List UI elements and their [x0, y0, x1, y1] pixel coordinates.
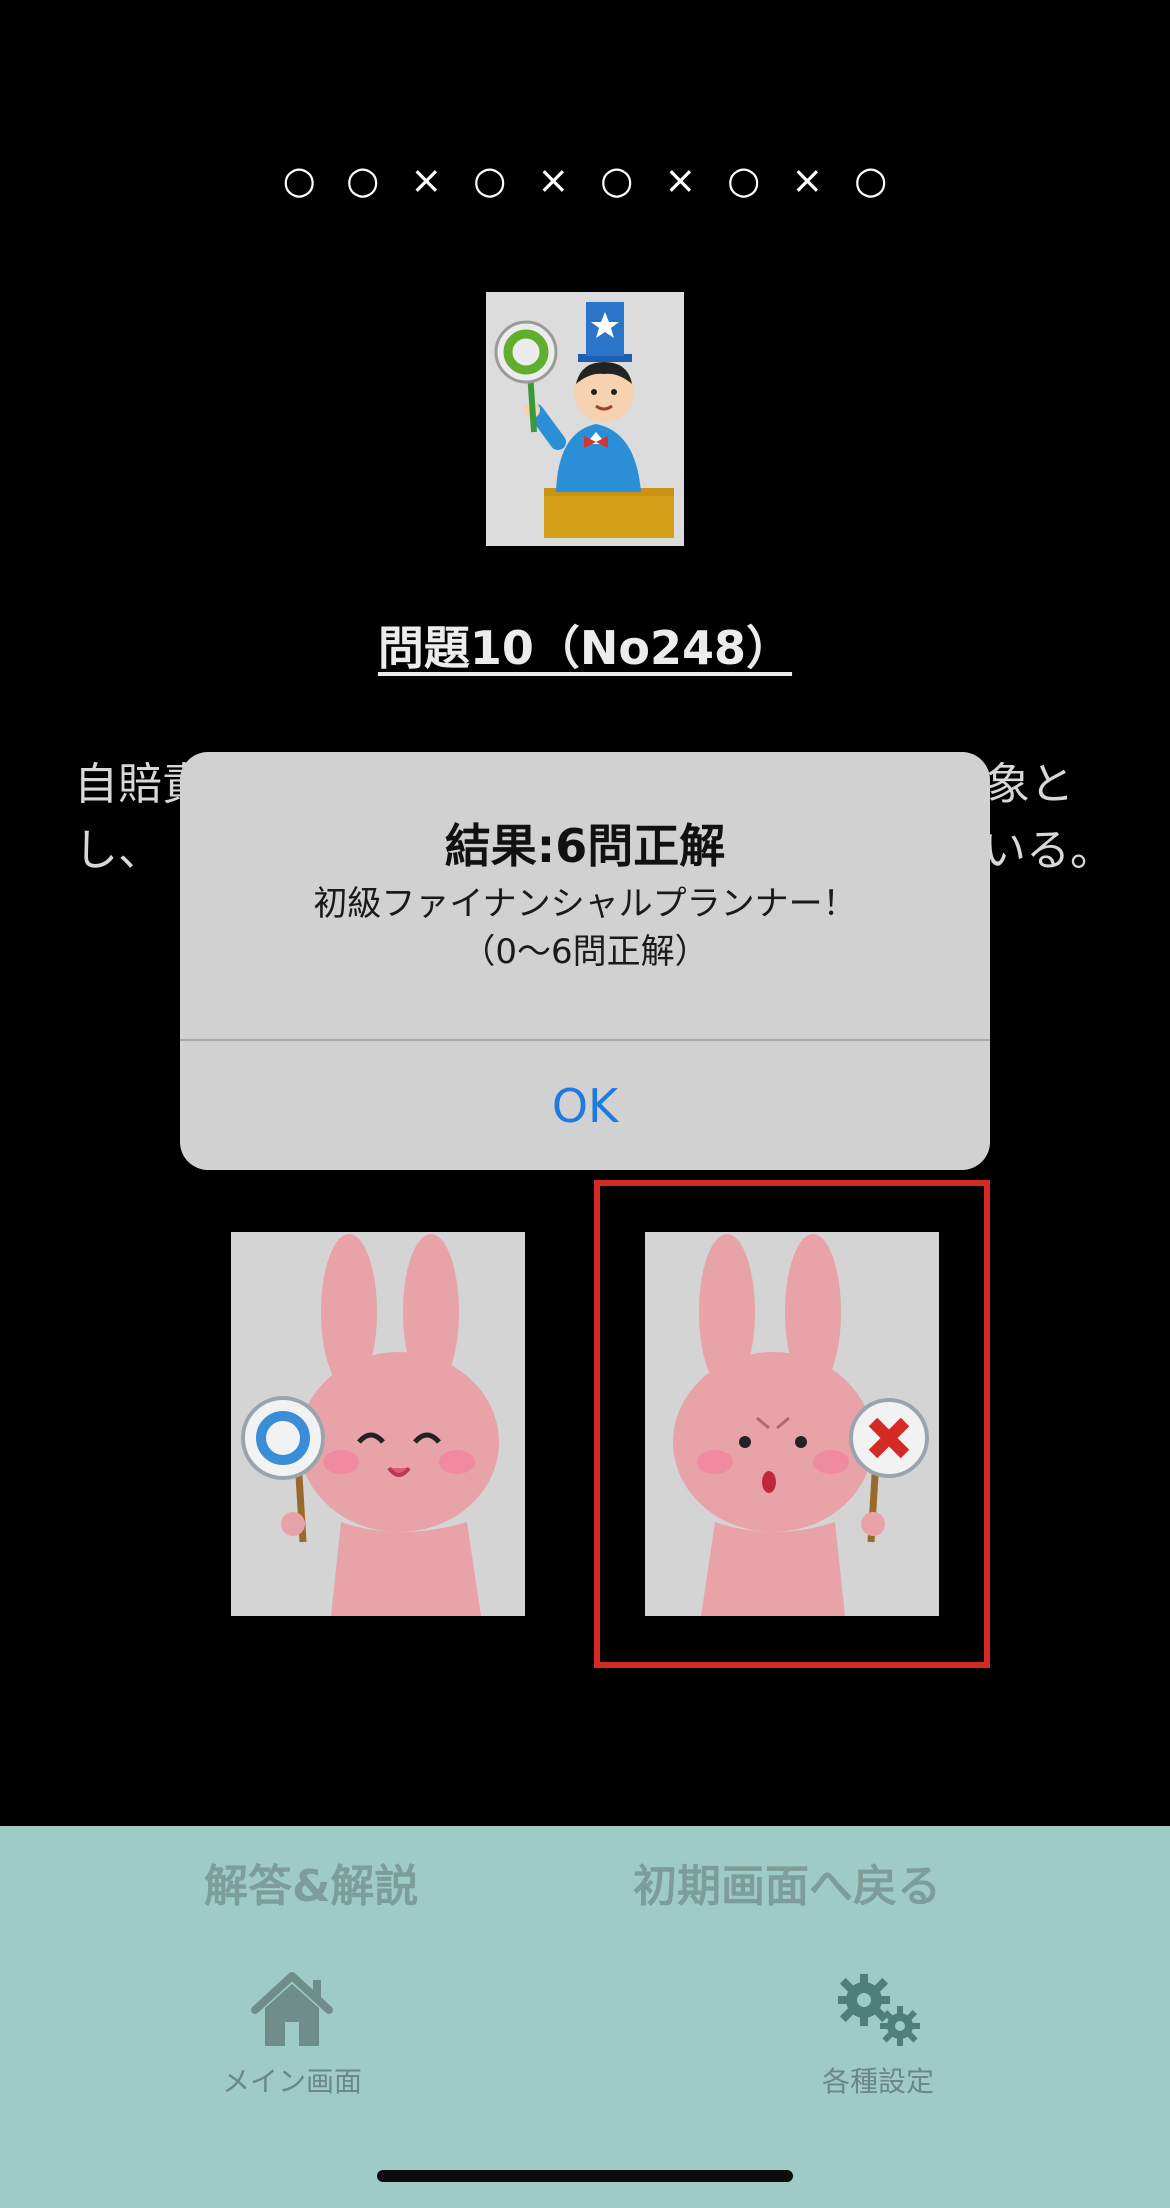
answer-history-mark: ○ [600, 158, 634, 202]
gears-icon [838, 1974, 920, 2046]
answer-history-mark: ○ [473, 158, 507, 202]
answer-history-mark: ○ [282, 158, 316, 202]
home-indicator[interactable] [377, 2170, 793, 2182]
bottom-bar [0, 1826, 1170, 2208]
dialog-message: 初級ファイナンシャルプランナー！ （0〜6問正解） [180, 880, 990, 976]
selected-answer-highlight [594, 1180, 990, 1668]
home-icon [251, 1972, 333, 2046]
answer-history-row: ○ ○ × ○ × ○ × ○ × ○ [0, 158, 1170, 202]
dialog-ok-button[interactable]: OK [180, 1041, 990, 1170]
tab-settings-label: 各種設定 [821, 2065, 934, 2098]
question-text-line2-right: いる。 [982, 825, 1114, 876]
tab-main-screen[interactable]: メイン画面 [192, 1970, 392, 2100]
question-text-line1-right: 象と [986, 759, 1074, 810]
answer-history-mark: ○ [854, 158, 888, 202]
tab-settings[interactable]: 各種設定 [778, 1970, 978, 2100]
answer-history-mark: ○ [727, 158, 761, 202]
answer-history-mark: × [410, 158, 443, 202]
question-text-line2-left: し、 [74, 825, 162, 876]
quiz-host-image [486, 292, 684, 546]
back-to-start-button[interactable]: 初期画面へ戻る [633, 1850, 941, 1914]
dialog-title: 結果:6問正解 [444, 819, 726, 873]
dialog-message-line2: （0〜6問正解） [461, 932, 709, 972]
answer-correct-button[interactable] [231, 1232, 525, 1616]
rabbit-maru-icon [231, 1232, 525, 1616]
question-title: 問題10（No248） [377, 621, 793, 675]
answer-history-mark: × [664, 158, 697, 202]
answer-history-mark: × [537, 158, 570, 202]
answer-history-mark: ○ [346, 158, 380, 202]
result-alert-dialog: 結果:6問正解 初級ファイナンシャルプランナー！ （0〜6問正解） OK [180, 752, 990, 1170]
dialog-message-line1: 初級ファイナンシャルプランナー！ [313, 884, 857, 924]
quiz-host-illustration [486, 292, 684, 546]
quiz-result-screen: ○ ○ × ○ × ○ × ○ × ○ 問題10（No248） 自賠責 象と し… [0, 0, 1170, 2208]
tab-main-label: メイン画面 [221, 2065, 362, 2098]
answer-explanation-button[interactable]: 解答&解説 [204, 1850, 418, 1914]
answer-history-mark: × [791, 158, 824, 202]
